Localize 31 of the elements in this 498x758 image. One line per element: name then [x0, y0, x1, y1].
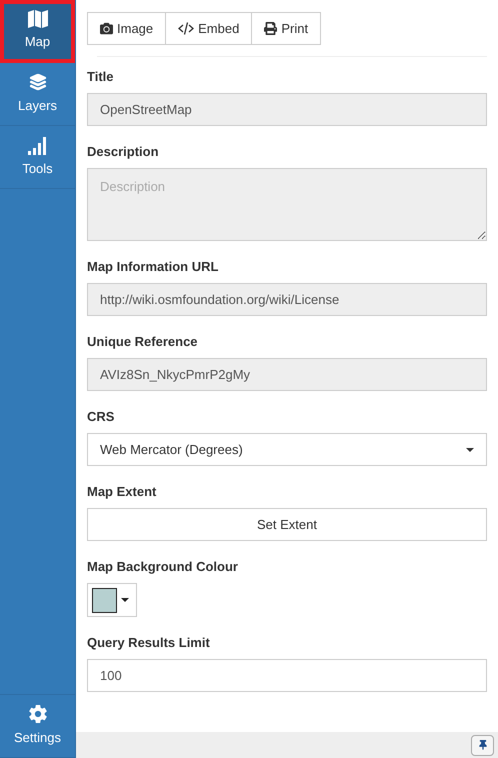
toolbar-button[interactable]: Embed: [165, 12, 252, 45]
settings-icon: [28, 704, 48, 724]
pin-button[interactable]: [471, 734, 494, 756]
text-field[interactable]: http://wiki.osmfoundation.org/wiki/License: [87, 283, 487, 316]
field-label: Title: [87, 68, 114, 85]
map-icon: [28, 10, 48, 28]
camera-icon: [100, 22, 113, 35]
text-field[interactable]: OpenStreetMap: [87, 93, 487, 126]
pin-icon: [478, 740, 488, 750]
caret-icon: [121, 598, 129, 602]
text-field[interactable]: AVIz8Sn_NkycPmrP2gMy: [87, 358, 487, 391]
field-label: Description: [87, 143, 160, 160]
field-label: CRS: [87, 408, 116, 425]
set-extent-button[interactable]: Set Extent: [87, 508, 487, 541]
layers-icon: [28, 72, 48, 92]
caret-icon: [466, 448, 474, 452]
field-label: Unique Reference: [87, 333, 199, 350]
colour-picker[interactable]: [87, 583, 137, 617]
sidebar-item[interactable]: Map: [0, 0, 75, 63]
code-icon: [178, 22, 194, 35]
toolbar-button[interactable]: Print: [251, 12, 322, 45]
toolbar-button[interactable]: Image: [87, 12, 166, 45]
description-field[interactable]: Description: [87, 168, 487, 241]
signal-bars-icon: [28, 135, 48, 156]
field-label: Map Extent: [87, 483, 158, 500]
field-label: Query Results Limit: [87, 634, 211, 651]
limit-field[interactable]: 100: [87, 659, 487, 692]
printer-icon: [264, 22, 278, 35]
field-label: Map Background Colour: [87, 558, 239, 575]
crs-select[interactable]: Web Mercator (Degrees): [87, 433, 487, 466]
field-label: Map Information URL: [87, 258, 220, 275]
